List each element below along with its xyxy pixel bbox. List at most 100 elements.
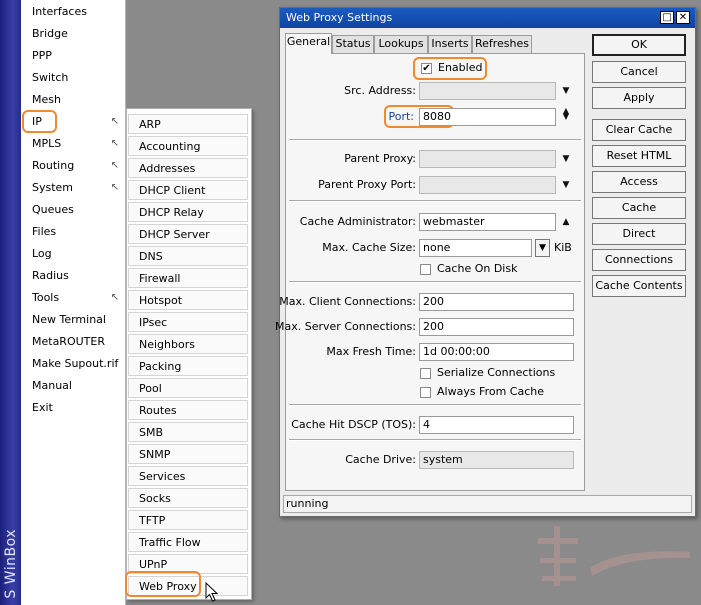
menu-item-bridge[interactable]: Bridge: [21, 23, 125, 45]
main-menu: Interfaces Bridge PPP Switch Mesh IP ↖ MP…: [21, 0, 126, 605]
cache-on-disk-checkbox[interactable]: [420, 264, 431, 275]
connections-button[interactable]: Connections: [592, 249, 686, 271]
cache-contents-button[interactable]: Cache Contents: [592, 275, 686, 297]
close-icon[interactable]: ✕: [676, 11, 690, 24]
menu-item-label: Switch: [32, 71, 69, 84]
menu-item-label: MPLS: [32, 137, 62, 150]
cache-administrator-input[interactable]: webmaster: [419, 213, 556, 231]
status-bar: running: [283, 495, 692, 513]
section-separator: [289, 404, 581, 406]
menu-item-label: Log: [32, 247, 52, 260]
menu-item-label: Files: [32, 225, 57, 238]
direct-button[interactable]: Direct: [592, 223, 686, 245]
menu-item-label: Routing: [32, 159, 75, 172]
always-from-cache-checkbox[interactable]: [420, 387, 431, 398]
clear-cache-button[interactable]: Clear Cache: [592, 119, 686, 141]
menu-item-metarouter[interactable]: MetaROUTER: [21, 331, 125, 353]
ip-menu-item-firewall[interactable]: Firewall: [128, 268, 248, 288]
ip-menu-item-traffic-flow[interactable]: Traffic Flow: [128, 532, 248, 552]
ip-menu-item-neighbors[interactable]: Neighbors: [128, 334, 248, 354]
ip-menu-item-ipsec[interactable]: IPsec: [128, 312, 248, 332]
port-input[interactable]: 8080: [419, 108, 556, 126]
tab-refreshes[interactable]: Refreshes: [472, 35, 532, 53]
menu-item-system[interactable]: System ↖: [21, 177, 125, 199]
parent-proxy-field[interactable]: [419, 150, 556, 168]
dropdown-arrow-icon[interactable]: ▼: [561, 86, 571, 96]
menu-item-switch[interactable]: Switch: [21, 67, 125, 89]
general-tab-panel: ✔ Enabled Src. Address: ▼ Port: 8080 ▲ ▼ …: [275, 53, 585, 491]
ip-menu-item-packing[interactable]: Packing: [128, 356, 248, 376]
web-proxy-highlight-outline: [125, 571, 201, 597]
ip-menu-item-arp[interactable]: ARP: [128, 114, 248, 134]
max-fresh-time-input[interactable]: 1d 00:00:00: [419, 343, 574, 361]
max-client-connections-input[interactable]: 200: [419, 293, 574, 311]
ip-menu-item-dhcp-relay[interactable]: DHCP Relay: [128, 202, 248, 222]
minimize-icon[interactable]: □: [660, 11, 674, 24]
winbox-brand-strip: S WinBox: [0, 0, 21, 605]
src-address-field[interactable]: [419, 82, 556, 100]
apply-button[interactable]: Apply: [592, 87, 686, 109]
dropdown-arrow-icon[interactable]: ▼: [561, 154, 571, 164]
src-address-label: Src. Address:: [344, 84, 416, 97]
max-cache-size-input[interactable]: none: [419, 239, 532, 257]
menu-item-queues[interactable]: Queues: [21, 199, 125, 221]
reset-html-button[interactable]: Reset HTML: [592, 145, 686, 167]
ok-button[interactable]: OK: [592, 34, 686, 56]
window-title: Web Proxy Settings: [286, 11, 393, 24]
menu-item-log[interactable]: Log: [21, 243, 125, 265]
cache-hit-dscp-input[interactable]: 4: [419, 416, 574, 434]
dropdown-arrow-icon[interactable]: ▼: [561, 180, 571, 190]
ip-menu-item-dns[interactable]: DNS: [128, 246, 248, 266]
ip-menu-item-socks[interactable]: Socks: [128, 488, 248, 508]
tab-lookups[interactable]: Lookups: [374, 35, 428, 53]
menu-item-radius[interactable]: Radius: [21, 265, 125, 287]
max-cache-size-unit: KiB: [554, 241, 572, 254]
menu-item-manual[interactable]: Manual: [21, 375, 125, 397]
ip-menu-item-dhcp-client[interactable]: DHCP Client: [128, 180, 248, 200]
serialize-connections-checkbox[interactable]: [420, 368, 431, 379]
tab-status[interactable]: Status: [332, 35, 374, 53]
tab-general[interactable]: General: [285, 33, 332, 54]
web-proxy-settings-window: Web Proxy Settings □ ✕ General Status Lo…: [275, 7, 696, 517]
menu-item-mesh[interactable]: Mesh: [21, 89, 125, 111]
menu-item-mpls[interactable]: MPLS ↖: [21, 133, 125, 155]
spinner-icon[interactable]: ▲ ▼: [561, 107, 571, 122]
menu-item-label: Radius: [32, 269, 69, 282]
cache-button[interactable]: Cache: [592, 197, 686, 219]
tab-inserts[interactable]: Inserts: [428, 35, 472, 53]
menu-item-label: Manual: [32, 379, 72, 392]
access-button[interactable]: Access: [592, 171, 686, 193]
menu-item-ppp[interactable]: PPP: [21, 45, 125, 67]
ip-menu-item-services[interactable]: Services: [128, 466, 248, 486]
menu-item-label: MetaROUTER: [32, 335, 105, 348]
ip-menu-item-addresses[interactable]: Addresses: [128, 158, 248, 178]
submenu-arrow-icon: ↖: [110, 182, 119, 193]
ip-menu-item-smb[interactable]: SMB: [128, 422, 248, 442]
menu-item-tools[interactable]: Tools ↖: [21, 287, 125, 309]
window-titlebar[interactable]: Web Proxy Settings □ ✕: [280, 8, 695, 28]
ip-menu-item-pool[interactable]: Pool: [128, 378, 248, 398]
winbox-brand-label: S WinBox: [3, 529, 19, 599]
max-server-connections-input[interactable]: 200: [419, 318, 574, 336]
ip-menu-item-tftp[interactable]: TFTP: [128, 510, 248, 530]
menu-item-interfaces[interactable]: Interfaces: [21, 1, 125, 23]
up-arrow-icon[interactable]: ▲: [561, 217, 571, 227]
dropdown-arrow-icon[interactable]: ▼: [535, 239, 550, 257]
ip-menu-item-dhcp-server[interactable]: DHCP Server: [128, 224, 248, 244]
menu-item-new-terminal[interactable]: New Terminal: [21, 309, 125, 331]
menu-item-label: System: [32, 181, 74, 194]
menu-item-files[interactable]: Files: [21, 221, 125, 243]
ip-menu-item-routes[interactable]: Routes: [128, 400, 248, 420]
parent-proxy-port-field[interactable]: [419, 176, 556, 194]
ip-menu-item-hotspot[interactable]: Hotspot: [128, 290, 248, 310]
menu-item-make-supout[interactable]: Make Supout.rif: [21, 353, 125, 375]
ip-menu-item-accounting[interactable]: Accounting: [128, 136, 248, 156]
ip-highlight-outline: [22, 110, 57, 133]
max-cache-size-label: Max. Cache Size:: [322, 241, 416, 254]
menu-item-routing[interactable]: Routing ↖: [21, 155, 125, 177]
ip-menu-item-snmp[interactable]: SNMP: [128, 444, 248, 464]
submenu-arrow-icon: ↖: [110, 160, 119, 171]
cancel-button[interactable]: Cancel: [592, 61, 686, 83]
enabled-checkbox[interactable]: ✔: [421, 63, 432, 74]
menu-item-exit[interactable]: Exit: [21, 397, 125, 419]
